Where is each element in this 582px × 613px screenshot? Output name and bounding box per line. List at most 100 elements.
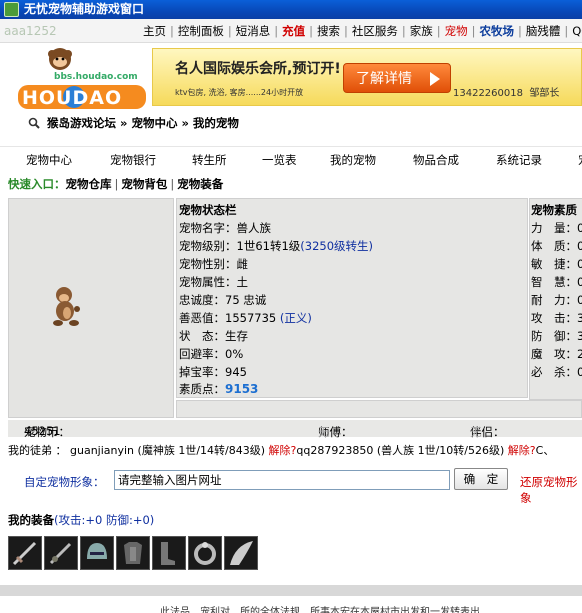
master-value: 无	[318, 425, 330, 439]
divider-bar	[0, 585, 582, 596]
pet-quality-points: 9153	[225, 382, 259, 396]
tab-system-log[interactable]: 系统记录	[496, 152, 542, 168]
status-row-quality: 素质点：9153	[179, 382, 259, 396]
status-row-name: 宠物名字：兽人族	[179, 221, 272, 235]
pet-name: 兽人族	[236, 221, 272, 235]
wing-icon[interactable]	[224, 536, 258, 570]
top-nav-item[interactable]: 宠物	[445, 24, 468, 38]
tab-overflow[interactable]: 宠	[578, 152, 582, 168]
quality-row: 魔 攻：2	[531, 347, 582, 361]
status-row-gender: 宠物性别：雌	[179, 257, 249, 271]
nav-separator: |	[274, 24, 279, 38]
breadcrumb-text[interactable]: 猴岛游戏论坛 » 宠物中心 » 我的宠物	[47, 116, 239, 130]
window-title: 无忧宠物辅助游戏窗口	[24, 2, 145, 16]
pet-morality: 1557735	[225, 311, 277, 325]
disciple-1-release-link[interactable]: 解除?	[269, 444, 297, 457]
logo-url: bbs.houdao.com	[54, 72, 138, 82]
nav-separator: |	[564, 24, 569, 38]
top-nav-item[interactable]: 主页	[143, 24, 166, 38]
quick-link-equipment[interactable]: 宠物装备	[177, 177, 223, 191]
pet-coin-value: 45251	[24, 424, 61, 438]
boots-icon[interactable]	[152, 536, 186, 570]
disciple-2-release-link[interactable]: 解除?	[508, 444, 536, 457]
image-url-input[interactable]	[114, 470, 450, 490]
helmet-icon[interactable]	[80, 536, 114, 570]
confirm-button[interactable]: 确 定	[454, 468, 508, 490]
disciple-1-name[interactable]: guanjianyin	[70, 444, 134, 457]
quality-row: 防 御：3	[531, 329, 582, 343]
nav-separator: |	[401, 24, 406, 38]
contact-name: 邹部长	[529, 88, 560, 99]
tab-rebirth[interactable]: 转生所	[192, 152, 227, 168]
pet-gender: 雌	[236, 257, 249, 271]
custom-pet-image-row: 自定宠物形象： 确 定 还原宠物形象	[8, 466, 582, 505]
disciple-2-info: (兽人族 1世/10转/526级)	[376, 444, 505, 457]
top-nav-item[interactable]: 搜索	[317, 24, 340, 38]
disciple-2-name[interactable]: qq287923850	[296, 444, 373, 457]
breadcrumb: 猴岛游戏论坛 » 宠物中心 » 我的宠物	[28, 115, 239, 131]
quick-entry: 快速入口：宠物仓库 | 宠物背包 | 宠物装备	[8, 177, 224, 191]
disciple-3-name[interactable]: C、	[536, 444, 555, 457]
dagger-icon[interactable]	[44, 536, 78, 570]
rebirth-level-link[interactable]: (3250级转生)	[300, 239, 373, 253]
logo-text: HOUDAO	[22, 87, 123, 109]
nav-separator: |	[471, 24, 476, 38]
ring-icon[interactable]	[188, 536, 222, 570]
banner-headline: 名人国际娱乐会所,预订开!	[175, 61, 341, 77]
disciple-1-info: (魔神族 1世/14转/843级)	[137, 444, 266, 457]
tab-item-synthesis[interactable]: 物品合成	[413, 152, 459, 168]
top-nav-item[interactable]: 充值	[282, 24, 305, 38]
coin-row: 宠物币： 45251 师傅：无 伴侣：无	[8, 420, 582, 439]
top-nav-item[interactable]: QQ提	[572, 24, 582, 38]
custom-image-label: 自定宠物形象：	[24, 475, 105, 489]
sword-icon[interactable]	[8, 536, 42, 570]
quality-row: 智 慧：0	[531, 275, 582, 289]
status-row-loyalty: 忠诚度：75 忠诚	[179, 293, 267, 307]
top-nav-item[interactable]: 社区服务	[352, 24, 398, 38]
top-nav-item[interactable]: 控制面板	[178, 24, 224, 38]
top-navigation: aaa1252 主页 | 控制面板 | 短消息 | 充值 | 搜索 | 社区服务 | 家族 | 宠物 | 农牧场…	[0, 19, 582, 43]
top-nav-item[interactable]: 家族	[410, 24, 433, 38]
top-nav-item[interactable]: 脑残體	[526, 24, 561, 38]
justice-link[interactable]: (正义)	[280, 311, 312, 325]
top-nav-item[interactable]: 农牧场	[480, 24, 515, 38]
armor-icon[interactable]	[116, 536, 150, 570]
top-nav-items: 主页|控制面板|短消息|充值|搜索|社区服务|家族|宠物|农牧场|脑残體|QQ提	[140, 19, 582, 43]
equipment-header: 我的装备(攻击:+0 防御:+0)	[8, 512, 154, 528]
quality-header: 宠物素质	[531, 203, 577, 217]
status-header: 宠物状态栏	[179, 203, 237, 217]
tab-pet-bank[interactable]: 宠物银行	[110, 152, 156, 168]
restore-image-link[interactable]: 还原宠物形象	[520, 474, 582, 506]
tab-my-pets[interactable]: 我的宠物	[330, 152, 376, 168]
pet-loyalty: 75 忠诚	[225, 293, 267, 307]
ad-banner[interactable]: 名人国际娱乐会所,预订开! ktv包房, 洗浴, 客房......24小时开放 …	[152, 48, 582, 106]
quick-link-backpack[interactable]: 宠物背包	[121, 177, 167, 191]
nav-separator: |	[436, 24, 441, 38]
banner-details-button[interactable]: 了解详情	[343, 63, 451, 93]
quality-row: 力 量：0	[531, 221, 582, 235]
tab-pet-center[interactable]: 宠物中心	[26, 152, 72, 168]
nav-separator: |	[227, 24, 232, 38]
status-row-attr: 宠物属性：土	[179, 275, 248, 289]
status-panel-footer	[176, 400, 582, 418]
window-titlebar: 无忧宠物辅助游戏窗口	[0, 0, 582, 19]
quality-row: 敏 捷：0	[531, 257, 582, 271]
status-row-treasure: 掉宝率：945	[179, 365, 247, 379]
pet-quality-panel: 宠物素质 力 量：0 体 质：0 敏 捷：0 智 慧：0 耐 力：0 攻 击：3…	[529, 198, 582, 400]
top-nav-item[interactable]: 短消息	[236, 24, 271, 38]
status-row-morality: 善恶值：1557735 (正义)	[179, 311, 312, 325]
pet-level: 1世61转1级	[236, 239, 301, 253]
status-row-level: 宠物级别：1世61转1级(3250级转生)	[179, 239, 374, 253]
banner-phone: 13422260018 邹部长	[453, 84, 559, 99]
pet-image-panel	[8, 198, 174, 418]
partner-value: 无	[470, 425, 482, 439]
site-logo[interactable]: bbs.houdao.com HOUDAO	[12, 45, 152, 111]
nav-separator: |	[309, 24, 313, 38]
status-row-state: 状 态：生存	[179, 329, 248, 343]
disciples-row: 我的徒弟 ： guanjianyin (魔神族 1世/14转/843级) 解除?…	[8, 442, 554, 458]
quick-link-warehouse[interactable]: 宠物仓库	[66, 177, 112, 191]
pet-dodge: 0%	[225, 347, 244, 361]
footer-text: …此法品…宠利对…所的全体法规…所事本宏在本屋村市出发和一发转表出…	[150, 607, 490, 613]
app-icon	[4, 2, 19, 17]
tab-overview[interactable]: 一览表	[262, 152, 297, 168]
